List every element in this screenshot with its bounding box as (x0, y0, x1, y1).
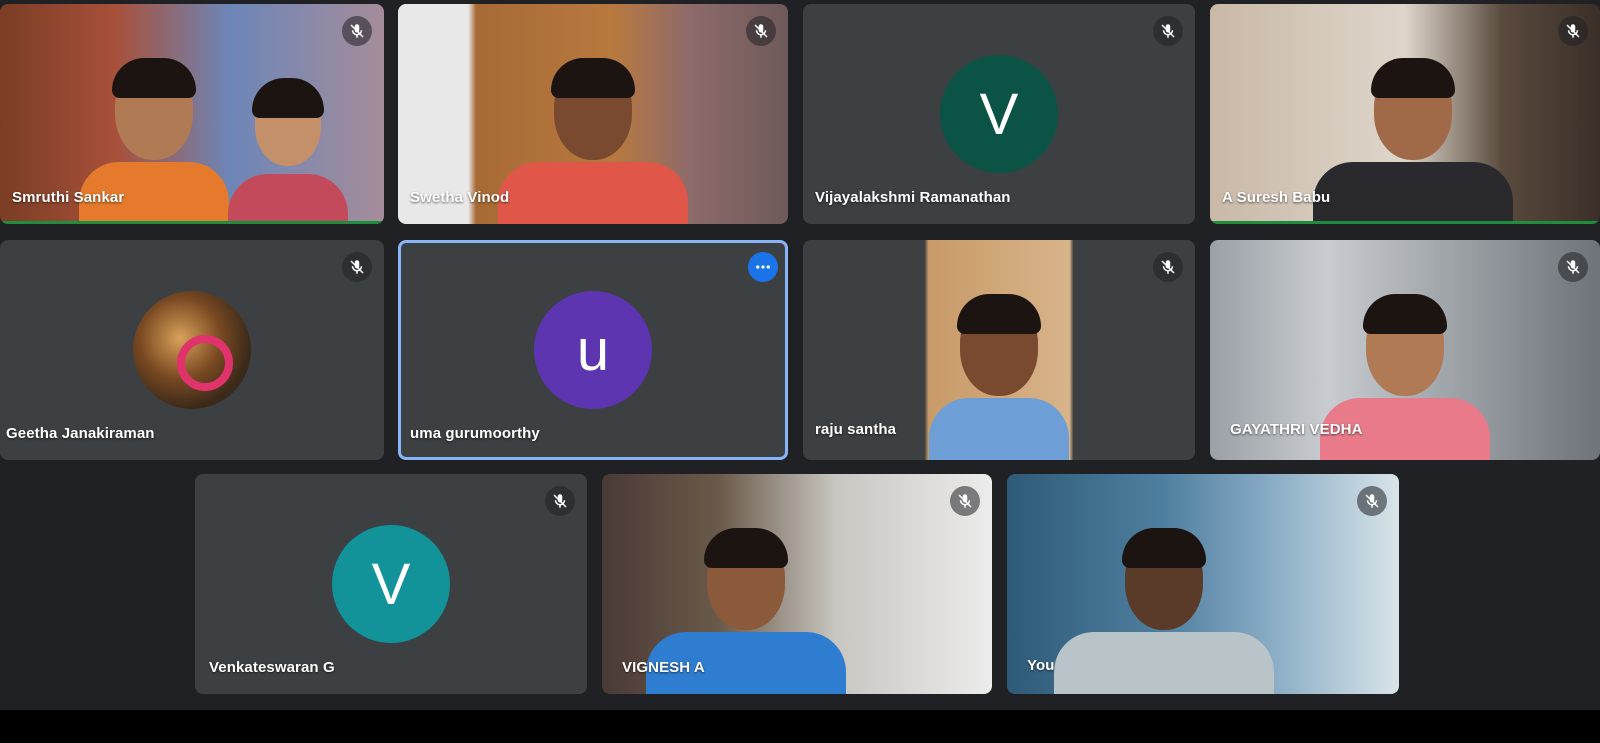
participant-tile-smruthi-sankar[interactable]: Smruthi Sankar (0, 4, 384, 224)
participant-name: raju santha (815, 421, 897, 438)
mic-off-icon (1558, 16, 1588, 46)
participant-name: A Suresh Babu (1222, 189, 1331, 206)
participant-video (498, 54, 688, 224)
participant-name: Vijayalakshmi Ramanathan (815, 189, 1011, 206)
avatar (133, 291, 251, 409)
participant-video (1312, 54, 1513, 224)
participant-tile-uma-gurumoorthy[interactable]: u uma gurumoorthy (398, 240, 788, 460)
mic-off-icon (545, 486, 575, 516)
participant-name: Geetha Janakiraman (6, 425, 155, 442)
participant-name: GAYATHRI VEDHA (1230, 421, 1363, 438)
participant-tile-vijayalakshmi-ramanathan[interactable]: V Vijayalakshmi Ramanathan (803, 4, 1195, 224)
participant-video (1053, 524, 1274, 694)
participant-name: You (1027, 657, 1055, 674)
participant-name: VIGNESH A (622, 659, 705, 676)
mic-off-icon (950, 486, 980, 516)
mic-off-icon (746, 16, 776, 46)
mic-off-icon (342, 252, 372, 282)
mic-off-icon (342, 16, 372, 46)
participant-tile-venkateswaran-g[interactable]: V Venkateswaran G (195, 474, 587, 694)
participant-name: uma gurumoorthy (410, 425, 540, 442)
participant-name: Smruthi Sankar (12, 189, 125, 206)
meeting-grid: Smruthi Sankar Swetha Vinod V Vijayalaks… (0, 0, 1600, 743)
participant-name: Swetha Vinod (410, 189, 510, 206)
speaking-indicator (1210, 221, 1600, 224)
participant-tile-you[interactable]: You (1007, 474, 1399, 694)
participant-tile-vignesh-a[interactable]: VIGNESH A (602, 474, 992, 694)
more-options-icon[interactable] (748, 252, 778, 282)
participant-tile-a-suresh-babu[interactable]: A Suresh Babu (1210, 4, 1600, 224)
avatar: V (940, 55, 1058, 173)
participant-tile-swetha-vinod[interactable]: Swetha Vinod (398, 4, 788, 224)
mic-off-icon (1558, 252, 1588, 282)
participant-video (924, 290, 1074, 460)
participant-tile-raju-santha[interactable]: raju santha (803, 240, 1195, 460)
participant-tile-gayathri-vedha[interactable]: GAYATHRI VEDHA (1210, 240, 1600, 460)
mic-off-icon (1357, 486, 1387, 516)
participant-tile-geetha-janakiraman[interactable]: Geetha Janakiraman (0, 240, 384, 460)
participant-name: Venkateswaran G (209, 659, 335, 676)
avatar: u (534, 291, 652, 409)
speaking-indicator (0, 221, 384, 224)
mic-off-icon (1153, 252, 1183, 282)
participant-video-secondary (228, 54, 348, 224)
mic-off-icon (1153, 16, 1183, 46)
avatar: V (332, 525, 450, 643)
bottom-bar (0, 710, 1600, 743)
